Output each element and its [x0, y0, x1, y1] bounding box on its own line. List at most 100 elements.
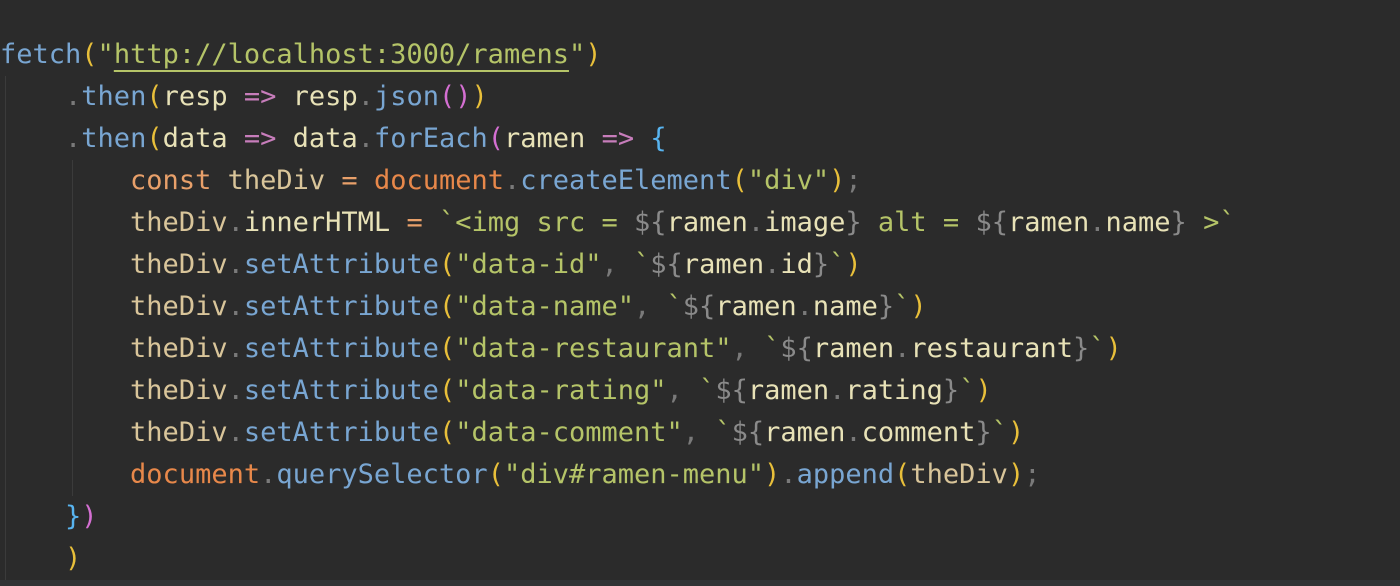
code-token: theDiv	[130, 291, 228, 322]
code-token: append	[796, 459, 895, 490]
code-token: `	[991, 417, 1008, 448]
code-token: setAttribute	[243, 249, 439, 280]
code-token: }	[1170, 207, 1187, 238]
code-line[interactable]: theDiv.innerHTML = `<img src = ${ramen.i…	[0, 202, 1236, 244]
code-token: )	[764, 459, 781, 490]
code-token: ${	[682, 291, 716, 322]
code-token: >`	[1186, 207, 1236, 238]
code-line[interactable]: const theDiv = document.createElement("d…	[0, 160, 862, 202]
code-line[interactable]: theDiv.setAttribute("data-name", `${rame…	[0, 286, 927, 328]
code-token: ,	[731, 333, 765, 364]
code-token: )	[585, 39, 602, 70]
code-line[interactable]: theDiv.setAttribute("data-id", `${ramen.…	[0, 244, 862, 286]
code-token: theDiv	[130, 207, 228, 238]
code-token: json	[373, 81, 439, 112]
code-token: setAttribute	[243, 291, 439, 322]
code-token: =>	[243, 81, 277, 112]
code-token: .	[780, 459, 797, 490]
code-token: )	[81, 501, 98, 532]
code-line[interactable]: theDiv.setAttribute("data-comment", `${r…	[0, 412, 1024, 454]
code-token: .	[796, 291, 813, 322]
code-token: .	[227, 417, 244, 448]
code-token: `	[894, 291, 911, 322]
code-token: )	[1007, 459, 1025, 490]
code-token: "data-restaurant"	[455, 333, 732, 364]
code-token: theDiv	[130, 375, 228, 406]
code-token: setAttribute	[243, 375, 439, 406]
code-token: ramen	[504, 123, 586, 154]
code-token: (	[81, 39, 98, 70]
code-token: theDiv	[227, 165, 326, 196]
code-token: (	[438, 417, 456, 448]
code-token: `	[634, 249, 651, 280]
code-token: .	[227, 207, 244, 238]
code-token: =	[406, 207, 423, 238]
code-token: .	[357, 123, 374, 154]
code-token: comment	[861, 417, 976, 448]
code-token: )	[829, 165, 846, 196]
code-token: data	[292, 123, 358, 154]
code-token: `	[829, 249, 846, 280]
code-token: .	[65, 81, 82, 112]
code-line[interactable]: })	[0, 496, 98, 538]
code-token: forEach	[373, 123, 488, 154]
code-token: }	[65, 501, 82, 532]
code-token: innerHTML	[243, 207, 391, 238]
code-line[interactable]: document.querySelector("div#ramen-menu")…	[0, 454, 1040, 496]
code-token: .	[829, 375, 846, 406]
code-token: )	[1007, 417, 1025, 448]
code-token: "	[97, 39, 114, 70]
code-token: (	[438, 333, 456, 364]
url-link[interactable]: http://localhost:3000/ramens	[114, 39, 569, 70]
code-token: .	[1089, 207, 1106, 238]
code-token: .	[845, 417, 862, 448]
code-token: name	[812, 291, 878, 322]
code-token: )	[910, 291, 927, 322]
code-token: "data-comment"	[455, 417, 683, 448]
code-token: ;	[1024, 459, 1041, 490]
code-token: (	[146, 81, 163, 112]
code-token: .	[764, 249, 781, 280]
code-token: createElement	[520, 165, 732, 196]
code-token: theDiv	[130, 333, 228, 364]
code-token: alt =	[861, 207, 976, 238]
code-line[interactable]: fetch("http://localhost:3000/ramens")	[0, 34, 602, 76]
code-token: setAttribute	[243, 417, 439, 448]
code-token: (	[487, 123, 505, 154]
horizontal-scrollbar[interactable]	[0, 580, 1400, 586]
code-line[interactable]: .then(data => data.forEach(ramen => {	[0, 118, 667, 160]
code-token: `	[764, 333, 781, 364]
code-editor[interactable]: fetch("http://localhost:3000/ramens") .t…	[0, 0, 1400, 586]
code-line[interactable]: .then(resp => resp.json())	[0, 76, 488, 118]
code-line[interactable]: )	[0, 538, 81, 580]
code-token: ramen	[666, 207, 748, 238]
code-line[interactable]: theDiv.setAttribute("data-rating", `${ra…	[0, 370, 992, 412]
code-token: restaurant	[910, 333, 1073, 364]
code-token: theDiv	[130, 417, 228, 448]
code-token: ramen	[715, 291, 797, 322]
code-token: `<img src =	[438, 207, 635, 238]
code-token: }	[942, 375, 960, 406]
code-line[interactable]: theDiv.setAttribute("data-restaurant", `…	[0, 328, 1122, 370]
code-token: data	[162, 123, 228, 154]
code-token: ${	[780, 333, 813, 364]
code-token: ramen	[682, 249, 765, 280]
code-token: "data-name"	[455, 291, 635, 322]
code-token: (	[146, 123, 163, 154]
code-token: .	[227, 249, 244, 280]
